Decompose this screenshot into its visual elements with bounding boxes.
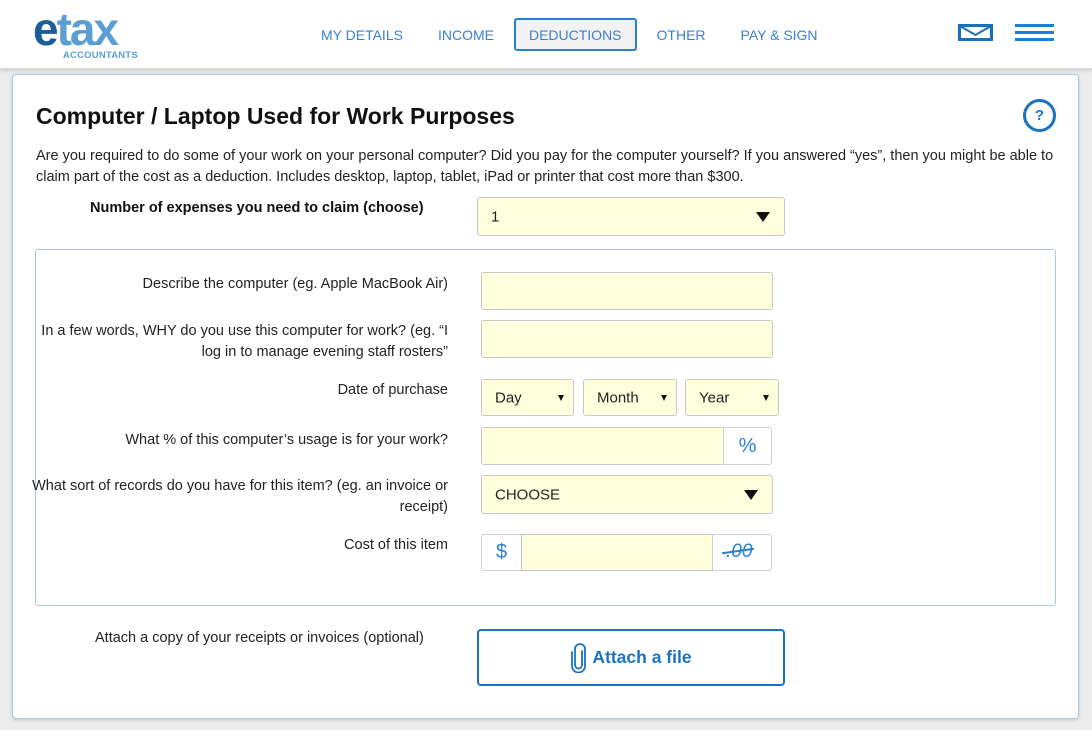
cents-text: .00	[722, 541, 754, 563]
day-select[interactable]: Day	[481, 379, 574, 416]
top-header: etax ACCOUNTANTS MY DETAILS INCOME DEDUC…	[0, 0, 1092, 69]
main-nav: MY DETAILS INCOME DEDUCTIONS OTHER PAY &…	[306, 18, 838, 51]
usage-label: What % of this computer’s usage is for y…	[125, 432, 448, 448]
attach-file-button[interactable]: Attach a file	[477, 629, 785, 686]
num-expenses-label: Number of expenses you need to claim (ch…	[90, 200, 424, 216]
logo-e: e	[33, 3, 59, 55]
logo-tax: tax	[56, 3, 120, 55]
help-icon[interactable]: ?	[1023, 99, 1056, 132]
nav-other[interactable]: OTHER	[642, 18, 721, 51]
menu-bar	[1015, 24, 1054, 27]
records-select[interactable]: CHOOSE	[481, 475, 773, 514]
chevron-down-icon	[744, 489, 758, 500]
cost-input[interactable]	[521, 534, 713, 571]
paperclip-icon	[571, 642, 587, 673]
cost-label: Cost of this item	[344, 537, 448, 553]
nav-income[interactable]: INCOME	[423, 18, 509, 51]
describe-input[interactable]	[481, 272, 773, 310]
day-value: Day	[495, 389, 522, 406]
month-value: Month	[597, 389, 639, 406]
nav-deductions[interactable]: DEDUCTIONS	[513, 18, 637, 51]
percent-addon: %	[723, 427, 772, 465]
expense-form-box: Describe the computer (eg. Apple MacBook…	[32, 249, 1056, 606]
describe-label: Describe the computer (eg. Apple MacBook…	[142, 276, 448, 292]
num-expenses-select[interactable]: 1	[477, 197, 785, 236]
deduction-card: Computer / Laptop Used for Work Purposes…	[12, 74, 1079, 719]
hamburger-menu-icon[interactable]	[1015, 24, 1055, 41]
month-select[interactable]: Month	[583, 379, 677, 416]
date-label: Date of purchase	[337, 382, 448, 398]
attach-button-label: Attach a file	[592, 647, 692, 667]
chevron-down-icon	[661, 394, 667, 401]
logo-wordmark: etax	[33, 3, 120, 55]
intro-text: Are you required to do some of your work…	[36, 148, 1054, 185]
attach-label: Attach a copy of your receipts or invoic…	[95, 630, 424, 646]
nav-pay-and-sign[interactable]: PAY & SIGN	[726, 18, 833, 51]
why-input[interactable]	[481, 320, 773, 358]
chevron-down-icon	[756, 211, 770, 222]
nav-my-details[interactable]: MY DETAILS	[306, 18, 418, 51]
why-label: In a few words, WHY do you use this comp…	[41, 323, 448, 360]
chevron-down-icon	[763, 394, 769, 401]
year-select[interactable]: Year	[685, 379, 779, 416]
logo-subtitle: ACCOUNTANTS	[63, 50, 138, 61]
page-title: Computer / Laptop Used for Work Purposes	[36, 103, 515, 129]
records-label: What sort of records do you have for thi…	[32, 478, 448, 515]
cents-addon: .00	[712, 534, 772, 571]
menu-bar	[1015, 38, 1054, 41]
dollar-addon: $	[481, 534, 522, 571]
records-value: CHOOSE	[495, 486, 561, 503]
year-value: Year	[699, 389, 730, 406]
usage-percent-input[interactable]	[481, 427, 724, 465]
chevron-down-icon	[558, 394, 564, 401]
mail-icon[interactable]	[958, 24, 993, 41]
etax-logo[interactable]: etax ACCOUNTANTS	[33, 4, 145, 62]
num-expenses-value: 1	[491, 208, 500, 225]
menu-bar	[1015, 31, 1054, 34]
